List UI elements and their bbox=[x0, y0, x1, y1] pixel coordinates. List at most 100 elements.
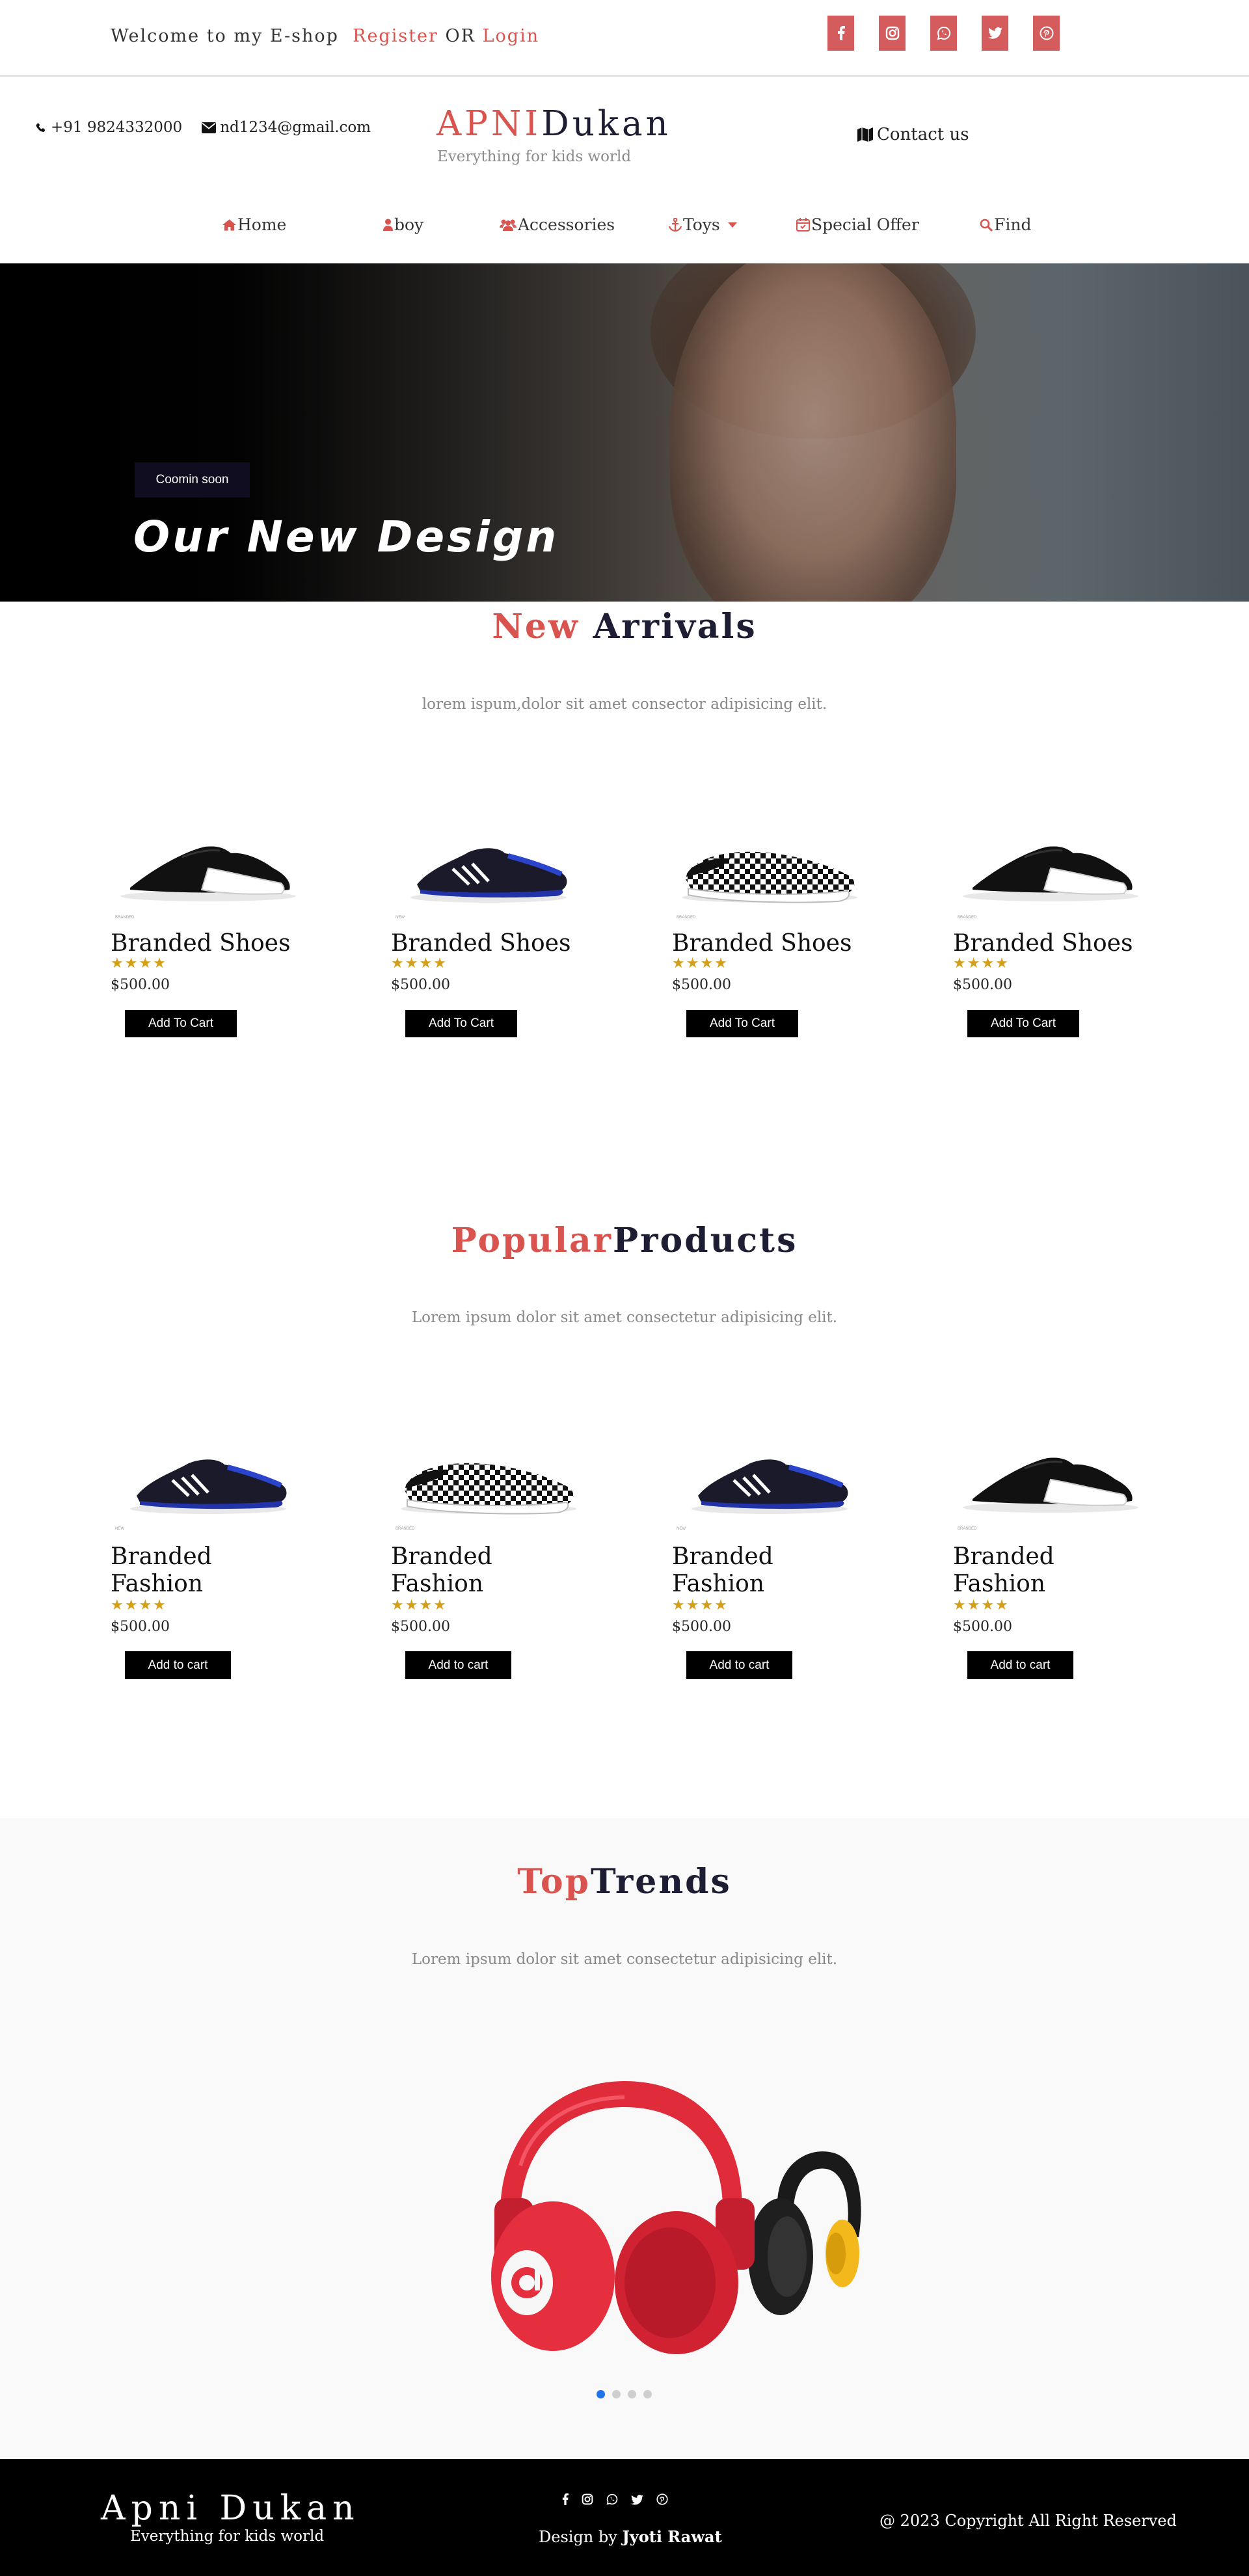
product-image[interactable] bbox=[672, 806, 867, 910]
site-logo[interactable]: APNIDukan bbox=[436, 104, 671, 144]
trends-title-a: Top bbox=[517, 1862, 591, 1902]
add-to-cart-button[interactable]: Add To Cart bbox=[405, 1010, 517, 1037]
add-to-cart-button[interactable]: Add To Cart bbox=[686, 1010, 798, 1037]
add-to-cart-button[interactable]: Add To Cart bbox=[125, 1010, 237, 1037]
add-to-cart-button[interactable]: Add to cart bbox=[967, 1651, 1073, 1679]
home-icon bbox=[222, 219, 236, 231]
rating-stars: ★★★★ bbox=[672, 955, 729, 972]
twitter-icon[interactable] bbox=[982, 16, 1008, 51]
welcome-text: Welcome to my E-shop bbox=[111, 26, 339, 46]
carousel-dot-4[interactable] bbox=[643, 2390, 652, 2398]
nav-item-find[interactable]: Find bbox=[980, 215, 1031, 234]
pinterest-icon[interactable] bbox=[1033, 16, 1060, 51]
product-card: NEW Branded Fashion ★★★★ $500.00 Add to … bbox=[672, 1418, 867, 1684]
product-price: $500.00 bbox=[111, 1619, 170, 1635]
map-icon bbox=[857, 127, 873, 142]
product-name-line1: Branded bbox=[672, 1543, 773, 1570]
product-name-line1: Branded bbox=[391, 1543, 492, 1570]
nav-item-home[interactable]: Home bbox=[222, 215, 286, 234]
phone-icon bbox=[36, 122, 46, 132]
contact-us-label: Contact us bbox=[877, 125, 969, 144]
product-image[interactable] bbox=[111, 806, 306, 910]
nav-item-accessories[interactable]: Accessories bbox=[500, 215, 615, 234]
top-social-links bbox=[827, 16, 1060, 51]
product-meta-text: BRANDED bbox=[677, 916, 696, 920]
nav-home-label: Home bbox=[237, 215, 287, 234]
product-card: BRANDED Branded Shoes ★★★★ $500.00 Add T… bbox=[953, 806, 1148, 1041]
logo-part-apni: APNI bbox=[436, 104, 542, 144]
facebook-icon[interactable] bbox=[827, 16, 854, 51]
nav-special-offer-label: Special Offer bbox=[811, 215, 919, 234]
product-image[interactable] bbox=[672, 1418, 867, 1522]
copyright-text: @ 2023 Copyright All Right Reserved bbox=[880, 2512, 1177, 2530]
main-nav: Home boy Accessories Toys Special Offer … bbox=[0, 215, 1249, 241]
footer-tagline: Everything for kids world bbox=[130, 2528, 325, 2545]
calendar-icon bbox=[796, 218, 810, 232]
product-meta-text: BRANDED bbox=[958, 1527, 977, 1531]
coming-soon-badge: Coomin soon bbox=[135, 462, 250, 498]
product-image[interactable] bbox=[953, 1418, 1148, 1522]
add-to-cart-button[interactable]: Add to cart bbox=[686, 1651, 792, 1679]
footer-social-links bbox=[562, 2493, 668, 2508]
product-card: BRANDED Branded Shoes ★★★★ $500.00 Add T… bbox=[672, 806, 867, 1041]
product-card: BRANDED Branded Fashion ★★★★ $500.00 Add… bbox=[953, 1418, 1148, 1684]
site-footer: Apni Dukan Everything for kids world Des… bbox=[0, 2459, 1249, 2576]
product-image[interactable] bbox=[391, 1418, 586, 1522]
product-price: $500.00 bbox=[391, 1619, 450, 1635]
product-name-line2: Fashion bbox=[111, 1571, 204, 1597]
nav-item-boy[interactable]: boy bbox=[383, 215, 423, 234]
product-name-line1: Branded bbox=[953, 1543, 1054, 1570]
product-image[interactable] bbox=[953, 806, 1148, 910]
product-name: Branded Shoes bbox=[391, 930, 571, 957]
hero-headline: Our New Design bbox=[133, 512, 559, 562]
instagram-icon[interactable] bbox=[582, 2493, 593, 2508]
twitter-icon[interactable] bbox=[631, 2493, 643, 2508]
contact-info: +91 9824332000 nd1234@gmail.com bbox=[36, 119, 371, 136]
add-to-cart-button[interactable]: Add to cart bbox=[405, 1651, 511, 1679]
phone-number: +91 9824332000 bbox=[51, 119, 183, 136]
whatsapp-icon[interactable] bbox=[606, 2493, 618, 2508]
pinterest-icon[interactable] bbox=[656, 2493, 668, 2508]
add-to-cart-button[interactable]: Add to cart bbox=[125, 1651, 231, 1679]
add-to-cart-button[interactable]: Add To Cart bbox=[967, 1010, 1079, 1037]
nav-item-toys[interactable]: Toys bbox=[669, 215, 737, 234]
rating-stars: ★★★★ bbox=[672, 1597, 729, 1613]
or-text: OR bbox=[445, 26, 476, 46]
designer-credit: Design by Jyoti Rawat bbox=[539, 2527, 722, 2546]
product-name-line2: Fashion bbox=[391, 1571, 484, 1597]
whatsapp-icon[interactable] bbox=[930, 16, 957, 51]
headphones-slide-image[interactable] bbox=[481, 2068, 872, 2361]
rating-stars: ★★★★ bbox=[391, 955, 448, 972]
nav-item-special-offer[interactable]: Special Offer bbox=[796, 215, 919, 234]
login-link[interactable]: Login bbox=[483, 26, 540, 46]
product-meta-text: BRANDED bbox=[958, 916, 977, 920]
anchor-icon bbox=[669, 218, 682, 232]
popular-products-title: PopularProducts bbox=[0, 1221, 1249, 1260]
facebook-icon[interactable] bbox=[562, 2493, 569, 2508]
rating-stars: ★★★★ bbox=[953, 1597, 1010, 1613]
new-arrivals-title-b: Arrivals bbox=[579, 607, 757, 646]
contact-us-link[interactable]: Contact us bbox=[857, 125, 969, 144]
trends-title-b: Trends bbox=[590, 1862, 732, 1902]
product-price: $500.00 bbox=[672, 1619, 731, 1635]
product-image[interactable] bbox=[111, 1418, 306, 1522]
instagram-icon[interactable] bbox=[879, 16, 906, 51]
product-name: Branded Fashion bbox=[111, 1543, 212, 1598]
register-link[interactable]: Register bbox=[353, 26, 438, 46]
product-name: Branded Shoes bbox=[953, 930, 1133, 957]
carousel-dot-2[interactable] bbox=[612, 2390, 621, 2398]
product-name-line2: Fashion bbox=[953, 1571, 1046, 1597]
popular-subtitle: Lorem ipsum dolor sit amet consectetur a… bbox=[411, 1309, 838, 1326]
product-name: Branded Shoes bbox=[111, 930, 291, 957]
trends-subtitle: Lorem ipsum dolor sit amet consectetur a… bbox=[411, 1951, 838, 1968]
product-card: BRANDED Branded Fashion ★★★★ $500.00 Add… bbox=[391, 1418, 586, 1684]
product-card: NEW Branded Fashion ★★★★ $500.00 Add to … bbox=[111, 1418, 306, 1684]
product-image[interactable] bbox=[391, 806, 586, 910]
logo-tagline: Everything for kids world bbox=[437, 148, 632, 165]
carousel-indicators bbox=[597, 2390, 652, 2398]
product-name: Branded Fashion bbox=[672, 1543, 773, 1598]
popular-title-a: Popular bbox=[451, 1221, 613, 1260]
carousel-dot-1[interactable] bbox=[597, 2390, 605, 2398]
carousel-dot-3[interactable] bbox=[628, 2390, 636, 2398]
caret-down-icon bbox=[727, 222, 737, 228]
